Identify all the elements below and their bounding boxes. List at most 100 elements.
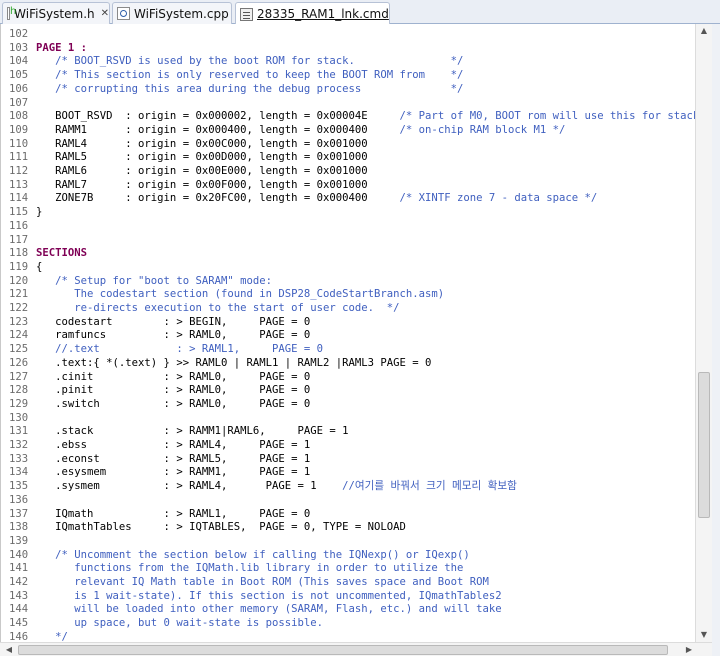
code-line[interactable]: 125 //.text : > RAML1, PAGE = 0 — [1, 343, 695, 357]
code-text: } — [36, 206, 43, 219]
code-line[interactable]: 142 relevant IQ Math table in Boot ROM (… — [1, 576, 695, 590]
code-text: is 1 wait-state). If this section is not… — [36, 589, 502, 602]
tab-wifisystem-cpp[interactable]: WiFiSystem.cpp — [112, 2, 232, 24]
code-line[interactable]: 119 { — [1, 261, 695, 275]
vertical-scroll-thumb[interactable] — [698, 372, 710, 518]
code-line[interactable]: 146 */ — [1, 631, 695, 642]
line-number: 123 — [9, 315, 29, 328]
line-number: 139 — [9, 534, 29, 547]
inline-comment: /* XINTF zone 7 - data space */ — [367, 192, 598, 205]
code-line[interactable]: 114 ZONE7B : origin = 0x20FC00, length =… — [1, 192, 695, 206]
code-line[interactable]: 143 is 1 wait-state). If this section is… — [1, 590, 695, 604]
code-line[interactable]: 106 /* corrupting this area during the d… — [1, 83, 695, 97]
horizontal-scroll-thumb[interactable] — [18, 645, 668, 655]
code-line[interactable]: 132 .ebss : > RAML4, PAGE = 1 — [1, 439, 695, 453]
tab-label: 28335_RAM1_lnk.cmd — [257, 7, 389, 21]
code-line[interactable]: 107 — [1, 97, 695, 111]
code-line[interactable]: 112 RAML6 : origin = 0x00E000, length = … — [1, 165, 695, 179]
code-line[interactable]: 120 /* Setup for "boot to SARAM" mode: — [1, 275, 695, 289]
line-number: 105 — [9, 69, 29, 82]
code-line[interactable]: 105 /* This section is only reserved to … — [1, 69, 695, 83]
code-line[interactable]: 108 BOOT_RSVD : origin = 0x000002, lengt… — [1, 110, 695, 124]
code-line[interactable]: 122 re-directs execution to the start of… — [1, 302, 695, 316]
code-line[interactable]: 102 — [1, 28, 695, 42]
tab-28335-ram1-lnk-cmd[interactable]: 28335_RAM1_lnk.cmd — [235, 2, 390, 25]
line-number: 144 — [9, 603, 29, 616]
code-line[interactable]: 127 .cinit : > RAML0, PAGE = 0 — [1, 371, 695, 385]
vertical-scrollbar[interactable]: ▲ ▼ — [695, 24, 712, 642]
code-text: .switch : > RAML0, PAGE = 0 — [36, 397, 311, 410]
code-line[interactable]: 141 functions from the IQMath.lib librar… — [1, 562, 695, 576]
cmd-file-icon — [240, 7, 253, 21]
code-line[interactable]: 137 IQmath : > RAML1, PAGE = 0 — [1, 508, 695, 522]
code-line[interactable]: 133 .econst : > RAML5, PAGE = 1 — [1, 453, 695, 467]
code-line[interactable]: 131 .stack : > RAMM1|RAML6, PAGE = 1 — [1, 425, 695, 439]
code-line[interactable]: 103 PAGE 1 : — [1, 42, 695, 56]
code-editor[interactable]: 102 103 PAGE 1 :104 /* BOOT_RSVD is used b… — [0, 24, 695, 642]
code-line[interactable]: 111 RAML5 : origin = 0x00D000, length = … — [1, 151, 695, 165]
code-text: /* Setup for "boot to SARAM" mode: — [36, 274, 272, 287]
code-line[interactable]: 121 The codestart section (found in DSP2… — [1, 288, 695, 302]
code-text: .pinit : > RAML0, PAGE = 0 — [36, 384, 311, 397]
code-line[interactable]: 113 RAML7 : origin = 0x00F000, length = … — [1, 179, 695, 193]
code-text: .esysmem : > RAMM1, PAGE = 1 — [36, 466, 311, 479]
line-number: 124 — [9, 329, 29, 342]
line-number: 129 — [9, 397, 29, 410]
code-line[interactable]: 139 — [1, 535, 695, 549]
tab-wifisystem-h[interactable]: WiFiSystem.h ✕ — [2, 2, 110, 24]
cpp-file-icon — [117, 7, 130, 20]
code-line[interactable]: 115} — [1, 206, 695, 220]
line-number: 119 — [9, 260, 29, 273]
code-line[interactable]: 126 .text:{ *(.text) } >> RAML0 | RAML1 … — [1, 357, 695, 371]
code-text: .text:{ *(.text) } >> RAML0 | RAML1 | RA… — [36, 356, 432, 369]
code-text: RAML7 : origin = 0x00F000, length = 0x00… — [36, 178, 368, 191]
code-text: re-directs execution to the start of use… — [36, 302, 400, 314]
code-line[interactable]: 130 — [1, 412, 695, 426]
code-line[interactable]: 110 RAML4 : origin = 0x00C000, length = … — [1, 138, 695, 152]
code-line[interactable]: 116 — [1, 220, 695, 234]
code-line[interactable]: 144 will be loaded into other memory (SA… — [1, 603, 695, 617]
code-text: .sysmem : > RAML4, PAGE = 1 //여기를 바꿔서 크기… — [36, 480, 517, 493]
code-line[interactable]: 135 .sysmem : > RAML4, PAGE = 1 //여기를 바꿔… — [1, 480, 695, 494]
line-number: 126 — [9, 356, 29, 369]
code-line[interactable]: 140 /* Uncomment the section below if ca… — [1, 549, 695, 563]
code-line[interactable]: 117 — [1, 234, 695, 248]
line-number: 111 — [9, 151, 29, 164]
code-text: { — [36, 260, 43, 273]
scroll-up-icon[interactable]: ▲ — [696, 24, 712, 38]
close-icon[interactable]: ✕ — [101, 8, 109, 19]
code-text: PAGE 1 : — [36, 41, 88, 54]
line-number: 106 — [9, 82, 29, 95]
horizontal-scrollbar[interactable]: ◀ ▶ — [0, 642, 712, 656]
editor-right-border — [712, 24, 720, 656]
line-number: 109 — [9, 123, 29, 136]
code-text: .cinit : > RAML0, PAGE = 0 — [36, 370, 311, 383]
code-line[interactable]: 104 /* BOOT_RSVD is used by the boot ROM… — [1, 55, 695, 69]
code-line[interactable]: 109 RAMM1 : origin = 0x000400, length = … — [1, 124, 695, 138]
code-line[interactable]: 145 up space, but 0 wait-state is possib… — [1, 617, 695, 631]
code-line[interactable]: 136 — [1, 494, 695, 508]
code-text: /* corrupting this area during the debug… — [36, 82, 464, 95]
line-number: 104 — [9, 55, 29, 68]
code-line[interactable]: 124 ramfuncs : > RAML0, PAGE = 0 — [1, 329, 695, 343]
scroll-down-icon[interactable]: ▼ — [696, 628, 712, 642]
header-file-icon — [7, 6, 17, 20]
line-number: 118 — [9, 247, 29, 260]
code-line[interactable]: 138 IQmathTables : > IQTABLES, PAGE = 0,… — [1, 521, 695, 535]
code-line[interactable]: 118 SECTIONS — [1, 247, 695, 261]
code-line[interactable]: 123 codestart : > BEGIN, PAGE = 0 — [1, 316, 695, 330]
line-number: 138 — [9, 521, 29, 534]
code-line[interactable]: 128 .pinit : > RAML0, PAGE = 0 — [1, 384, 695, 398]
inline-comment: /* Part of M0, BOOT rom will use this fo… — [367, 110, 695, 123]
line-number: 135 — [9, 480, 29, 493]
line-number: 134 — [9, 466, 29, 479]
code-line[interactable]: 129 .switch : > RAML0, PAGE = 0 — [1, 398, 695, 412]
code-line[interactable]: 134 .esysmem : > RAMM1, PAGE = 1 — [1, 466, 695, 480]
line-number: 114 — [9, 192, 29, 205]
scroll-right-icon[interactable]: ▶ — [682, 643, 696, 657]
scroll-left-icon[interactable]: ◀ — [2, 643, 16, 657]
line-number: 107 — [9, 96, 29, 109]
line-number: 143 — [9, 589, 29, 602]
code-text: BOOT_RSVD : origin = 0x000002, length = … — [36, 110, 695, 124]
line-number: 122 — [9, 302, 29, 314]
